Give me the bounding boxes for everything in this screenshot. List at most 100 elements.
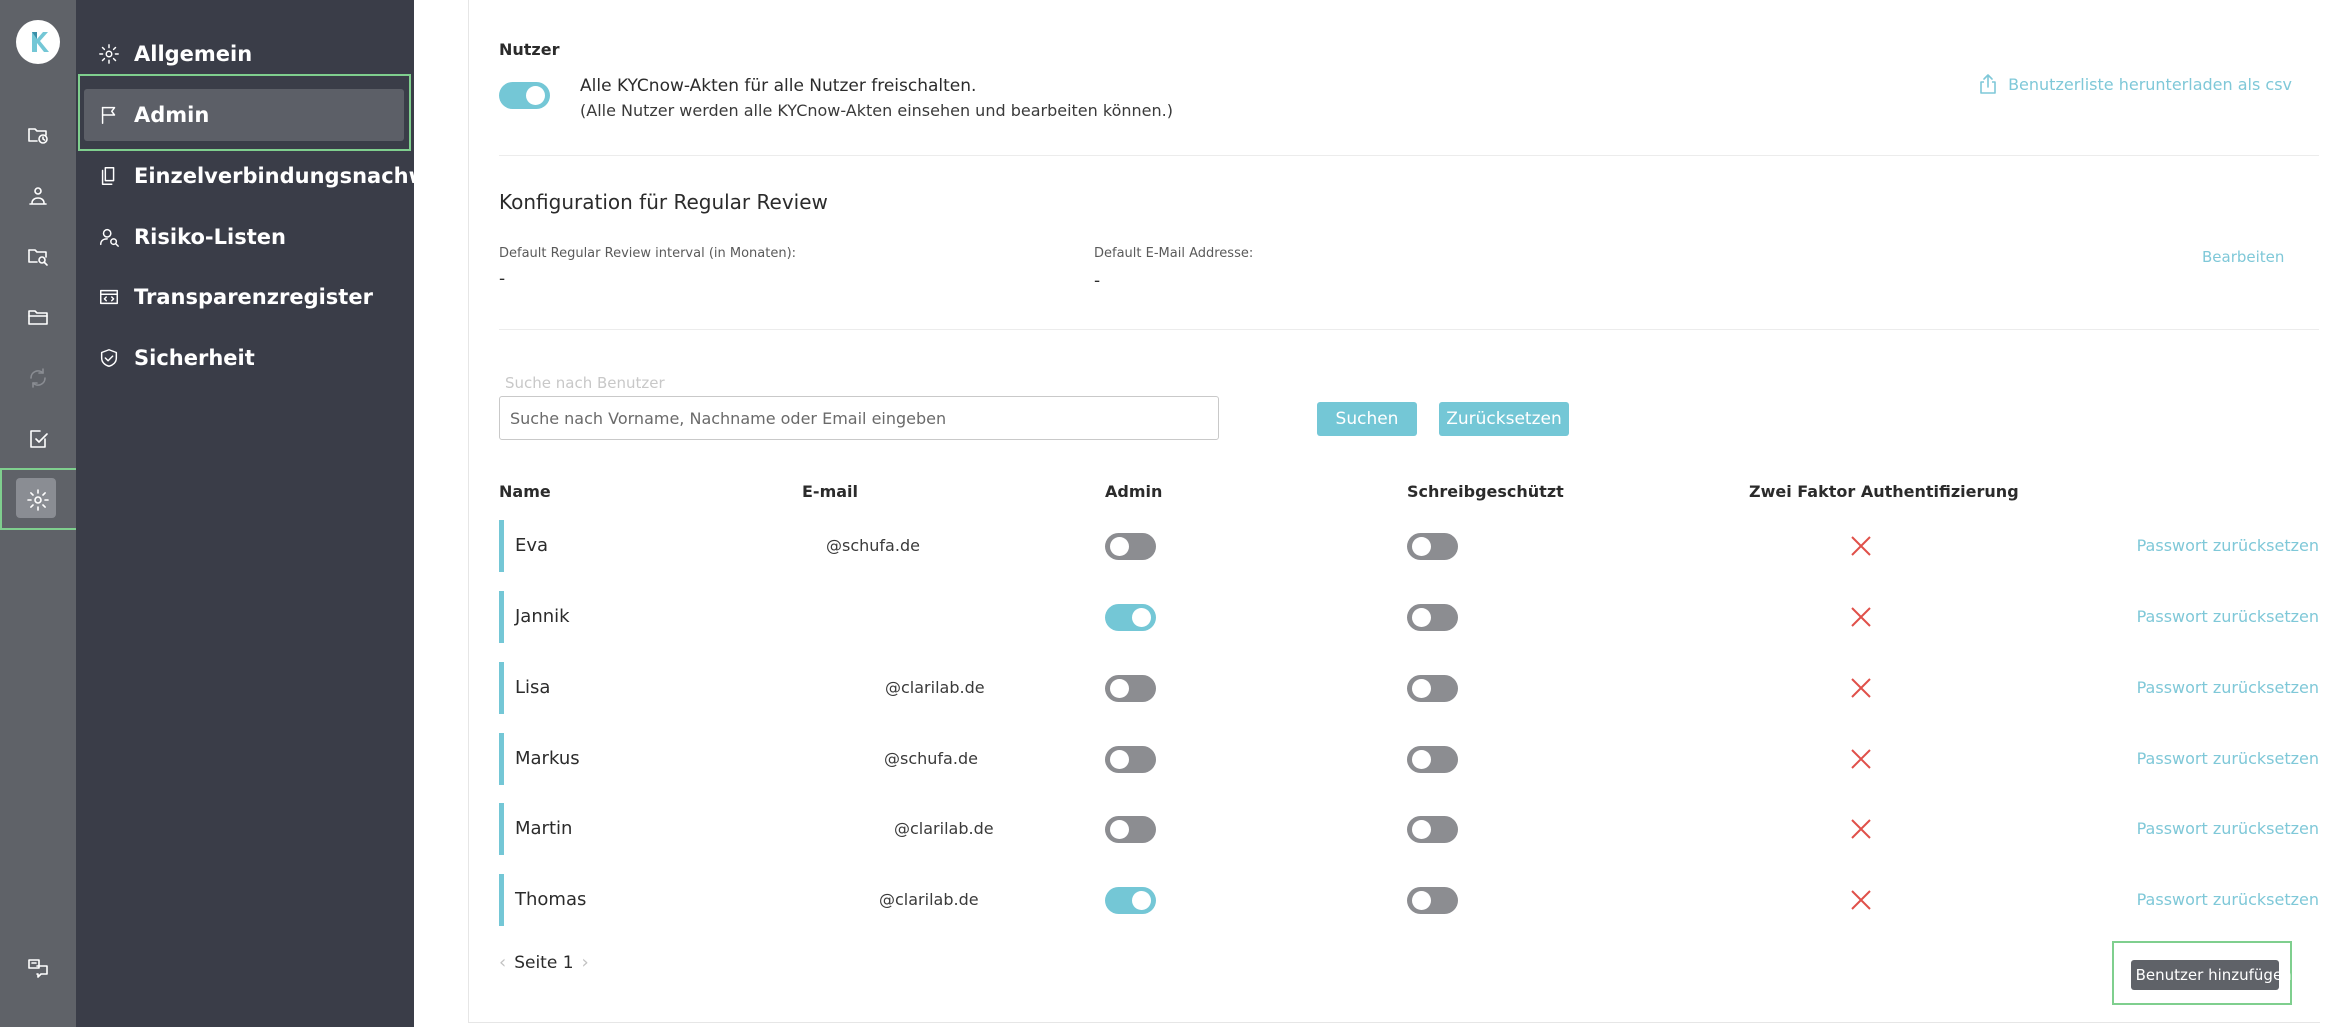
search-button[interactable]: Suchen	[1317, 402, 1417, 436]
all-files-subtext: (Alle Nutzer werden alle KYCnow-Akten ei…	[580, 101, 1173, 120]
readonly-toggle[interactable]	[1407, 746, 1458, 773]
admin-toggle[interactable]	[1105, 533, 1156, 560]
readonly-toggle[interactable]	[1407, 816, 1458, 843]
reset-password-link[interactable]: Passwort zurücksetzen	[2137, 890, 2319, 909]
reset-password-link[interactable]: Passwort zurücksetzen	[2137, 819, 2319, 838]
user-email: @schufa.de	[884, 749, 978, 768]
user-email: @clarilab.de	[879, 890, 979, 909]
user-email: @clarilab.de	[894, 819, 994, 838]
row-accent-bar	[499, 591, 504, 643]
readonly-toggle[interactable]	[1407, 887, 1458, 914]
table-row: Eva @schufa.de Passwort zurücksetzen	[499, 520, 2319, 572]
cross-icon	[1849, 888, 1873, 912]
all-files-text: Alle KYCnow-Akten für alle Nutzer freisc…	[580, 76, 977, 96]
search-label: Suche nach Benutzer	[505, 374, 665, 392]
cross-icon	[1849, 534, 1873, 558]
nutzer-section-label: Nutzer	[499, 40, 560, 59]
reset-password-link[interactable]: Passwort zurücksetzen	[2137, 749, 2319, 768]
cross-icon	[1849, 676, 1873, 700]
readonly-toggle[interactable]	[1407, 675, 1458, 702]
divider	[499, 329, 2319, 330]
reset-button[interactable]: Zurücksetzen	[1439, 402, 1569, 436]
cross-icon	[1849, 817, 1873, 841]
column-header-admin: Admin	[1105, 482, 1163, 501]
user-name: Lisa	[515, 677, 551, 698]
admin-highlight-box	[78, 74, 411, 151]
column-header-email: E-mail	[802, 482, 859, 501]
user-name: Martin	[515, 818, 573, 839]
refresh-icon[interactable]	[20, 360, 56, 396]
chevron-left-icon[interactable]: ‹	[499, 952, 506, 973]
cross-icon	[1849, 605, 1873, 629]
download-csv-label: Benutzerliste herunterladen als csv	[2008, 74, 2292, 94]
shield-check-icon	[100, 349, 118, 367]
edit-review-link[interactable]: Bearbeiten	[2202, 248, 2284, 266]
add-user-button[interactable]: + Benutzer hinzufügen	[2118, 960, 2292, 990]
document-check-icon[interactable]	[20, 421, 56, 457]
pagination: ‹ Seite 1 ›	[499, 952, 597, 973]
nav-item-label: Risiko-Listen	[134, 225, 286, 249]
admin-toggle[interactable]	[1105, 675, 1156, 702]
table-row: Markus @schufa.de Passwort zurücksetzen	[499, 733, 2319, 785]
readonly-toggle[interactable]	[1407, 604, 1458, 631]
nav-item-sicherheit[interactable]: Sicherheit	[84, 332, 404, 384]
code-window-icon	[100, 289, 118, 305]
column-header-twofa: Zwei Faktor Authentifizierung	[1749, 482, 2019, 501]
default-email-value: -	[1094, 271, 1101, 291]
settings-highlight-box	[0, 468, 78, 530]
admin-toggle[interactable]	[1105, 746, 1156, 773]
table-row: Martin @clarilab.de Passwort zurücksetze…	[499, 803, 2319, 855]
reset-password-link[interactable]: Passwort zurücksetzen	[2137, 607, 2319, 626]
review-heading: Konfiguration für Regular Review	[499, 190, 828, 214]
column-header-name: Name	[499, 482, 551, 501]
nav-item-label: Sicherheit	[134, 346, 255, 370]
user-name: Jannik	[515, 606, 570, 627]
default-email-label: Default E-Mail Addresse:	[1094, 246, 1254, 261]
row-accent-bar	[499, 662, 504, 714]
user-email: @clarilab.de	[885, 678, 985, 697]
gear-icon	[99, 44, 119, 64]
download-csv-link[interactable]: Benutzerliste herunterladen als csv	[1978, 73, 2292, 95]
admin-toggle[interactable]	[1105, 816, 1156, 843]
icon-rail	[0, 0, 78, 1027]
row-accent-bar	[499, 733, 504, 785]
nav-item-label: Transparenzregister	[134, 285, 373, 309]
reset-password-link[interactable]: Passwort zurücksetzen	[2137, 678, 2319, 697]
row-accent-bar	[499, 803, 504, 855]
column-header-readonly: Schreibgeschützt	[1407, 482, 1564, 501]
admin-toggle[interactable]	[1105, 604, 1156, 631]
admin-toggle[interactable]	[1105, 887, 1156, 914]
user-name: Markus	[515, 748, 580, 769]
share-upload-icon	[1980, 74, 1996, 94]
translate-icon[interactable]	[20, 949, 56, 985]
interval-value: -	[499, 269, 506, 289]
nav-item-einzelverbindungsnachweise[interactable]: Einzelverbindungsnachweise	[84, 150, 476, 202]
user-name: Thomas	[515, 889, 587, 910]
user-email: @schufa.de	[826, 536, 920, 555]
folder-search-icon[interactable]	[20, 238, 56, 274]
nav-item-transparenzregister[interactable]: Transparenzregister	[84, 271, 404, 323]
documents-icon	[101, 167, 115, 185]
chevron-right-icon[interactable]: ›	[582, 952, 589, 973]
main-content: Nutzer Alle KYCnow-Akten für alle Nutzer…	[468, 0, 2320, 1023]
all-files-toggle[interactable]	[499, 82, 550, 109]
reset-password-link[interactable]: Passwort zurücksetzen	[2137, 536, 2319, 555]
row-accent-bar	[499, 520, 504, 572]
nav-item-risiko-listen[interactable]: Risiko-Listen	[84, 211, 404, 263]
nav-item-allgemein[interactable]: Allgemein	[84, 28, 404, 80]
readonly-toggle[interactable]	[1407, 533, 1458, 560]
table-row: Lisa @clarilab.de Passwort zurücksetzen	[499, 662, 2319, 714]
settings-nav: Allgemein Admin Einzelverbindungsnachwei…	[76, 0, 476, 1027]
logo-icon[interactable]	[16, 20, 60, 64]
folder-icon[interactable]	[20, 299, 56, 335]
divider	[499, 155, 2319, 156]
table-row: Jannik Passwort zurücksetzen	[499, 591, 2319, 643]
page-label: Seite 1	[514, 952, 574, 973]
user-search-icon	[100, 228, 119, 247]
nav-item-label: Allgemein	[134, 42, 253, 66]
person-network-icon[interactable]	[20, 178, 56, 214]
cross-icon	[1849, 747, 1873, 771]
user-name: Eva	[515, 535, 549, 556]
folder-clock-icon[interactable]	[20, 117, 56, 153]
user-search-input[interactable]	[499, 396, 1219, 440]
